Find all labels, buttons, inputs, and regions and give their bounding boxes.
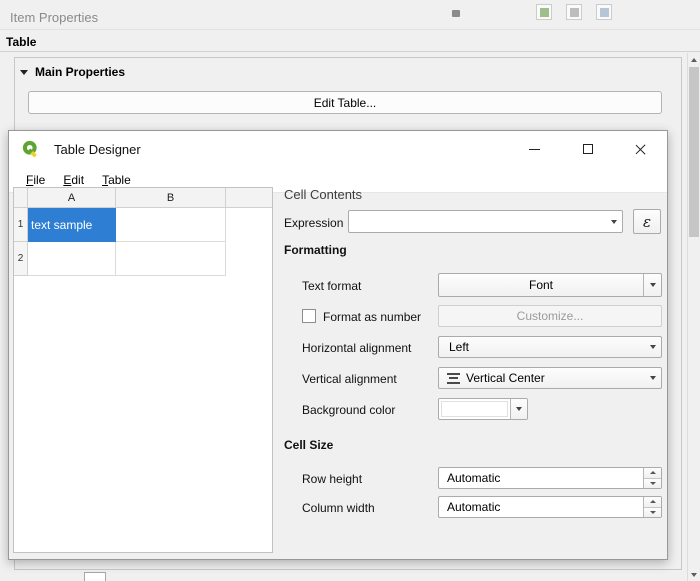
- table-designer-dialog: Table Designer File Edit Table A B 1 2 t…: [8, 130, 668, 560]
- row-height-decrement-button[interactable]: [644, 479, 661, 489]
- cell-b2[interactable]: [116, 242, 226, 276]
- minimize-button[interactable]: [508, 131, 561, 167]
- toolbar-icon[interactable]: [452, 10, 460, 17]
- column-width-increment-button[interactable]: [644, 497, 661, 508]
- expression-combobox[interactable]: [348, 210, 623, 233]
- dropdown-arrow-icon: [645, 376, 661, 380]
- column-width-decrement-button[interactable]: [644, 508, 661, 518]
- column-width-label: Column width: [302, 501, 375, 515]
- scroll-down-icon: [691, 573, 697, 577]
- vertical-alignment-value: Vertical Center: [466, 371, 645, 385]
- main-properties-label: Main Properties: [35, 65, 125, 79]
- header-filler: [226, 188, 272, 208]
- color-swatch: [441, 401, 508, 417]
- toolbar-icon[interactable]: [596, 4, 612, 20]
- panel-title: Item Properties: [10, 10, 98, 25]
- dropdown-arrow-icon: [650, 283, 656, 287]
- color-dropdown-arrow[interactable]: [510, 399, 527, 419]
- corner-header[interactable]: [14, 188, 28, 208]
- qgis-logo-icon: [21, 139, 41, 159]
- cell-contents-heading: Cell Contents: [284, 187, 362, 202]
- background-color-label: Background color: [302, 403, 395, 417]
- expression-label: Expression: [284, 216, 343, 230]
- main-properties-group-header[interactable]: Main Properties: [20, 64, 125, 80]
- scroll-up-icon: [691, 58, 697, 62]
- vertical-alignment-combobox[interactable]: Vertical Center: [438, 367, 662, 389]
- row-header-2[interactable]: 2: [14, 242, 28, 276]
- toolbar-icon[interactable]: [566, 4, 582, 20]
- close-icon: [635, 144, 646, 155]
- cell-size-heading: Cell Size: [284, 438, 333, 452]
- section-title: Table: [6, 35, 36, 49]
- format-as-number-label: Format as number: [323, 310, 421, 324]
- toolbar-icon-glyph: [600, 8, 609, 17]
- spin-down-icon: [650, 482, 656, 485]
- column-width-spinbox[interactable]: Automatic: [438, 496, 662, 518]
- minimize-icon: [529, 149, 540, 150]
- cell-b1[interactable]: [116, 208, 226, 242]
- column-header-a[interactable]: A: [28, 188, 116, 208]
- font-button-label: Font: [439, 274, 643, 296]
- row-height-spinbox[interactable]: Automatic: [438, 467, 662, 489]
- text-format-label: Text format: [302, 279, 361, 293]
- edit-table-button[interactable]: Edit Table...: [28, 91, 662, 114]
- background-color-button[interactable]: [438, 398, 528, 420]
- vertical-center-icon: [447, 373, 460, 384]
- close-button[interactable]: [614, 131, 667, 167]
- row-height-increment-button[interactable]: [644, 468, 661, 479]
- scrollbar-thumb[interactable]: [689, 67, 699, 237]
- toolbar-icon[interactable]: [536, 4, 552, 20]
- expression-builder-button[interactable]: ε: [633, 209, 661, 234]
- customize-button[interactable]: Customize...: [438, 305, 662, 327]
- column-header-b[interactable]: B: [116, 188, 226, 208]
- dialog-titlebar[interactable]: Table Designer: [9, 131, 667, 167]
- horizontal-alignment-value: Left: [439, 340, 645, 354]
- dropdown-arrow-icon: [516, 407, 522, 411]
- format-as-number-checkbox[interactable]: [302, 309, 316, 323]
- spin-down-icon: [650, 511, 656, 514]
- spreadsheet: A B 1 2 text sample: [13, 187, 273, 553]
- partial-control: [84, 572, 106, 581]
- scroll-down-button[interactable]: [688, 568, 700, 581]
- toolbar-icon-glyph: [540, 8, 549, 17]
- column-width-value: Automatic: [439, 497, 643, 517]
- spin-up-icon: [650, 471, 656, 474]
- toolbar-icon-glyph: [570, 8, 579, 17]
- dropdown-arrow-icon: [645, 345, 661, 349]
- horizontal-alignment-label: Horizontal alignment: [302, 341, 411, 355]
- horizontal-alignment-combobox[interactable]: Left: [438, 336, 662, 358]
- vertical-scrollbar[interactable]: [687, 53, 700, 581]
- row-header-1[interactable]: 1: [14, 208, 28, 242]
- font-dropdown-arrow[interactable]: [643, 274, 661, 296]
- maximize-button[interactable]: [561, 131, 614, 167]
- divider: [0, 29, 700, 30]
- row-height-label: Row height: [302, 472, 362, 486]
- vertical-alignment-label: Vertical alignment: [302, 372, 397, 386]
- scroll-up-button[interactable]: [688, 53, 700, 66]
- row-height-value: Automatic: [439, 468, 643, 488]
- formatting-heading: Formatting: [284, 243, 347, 257]
- collapse-arrow-icon: [20, 70, 28, 75]
- cell-a1[interactable]: text sample: [28, 208, 116, 242]
- dialog-title: Table Designer: [54, 142, 141, 157]
- spin-up-icon: [650, 500, 656, 503]
- dropdown-arrow-icon: [606, 220, 622, 224]
- divider: [0, 51, 700, 52]
- font-button[interactable]: Font: [438, 273, 662, 297]
- cell-a2[interactable]: [28, 242, 116, 276]
- maximize-icon: [583, 144, 593, 154]
